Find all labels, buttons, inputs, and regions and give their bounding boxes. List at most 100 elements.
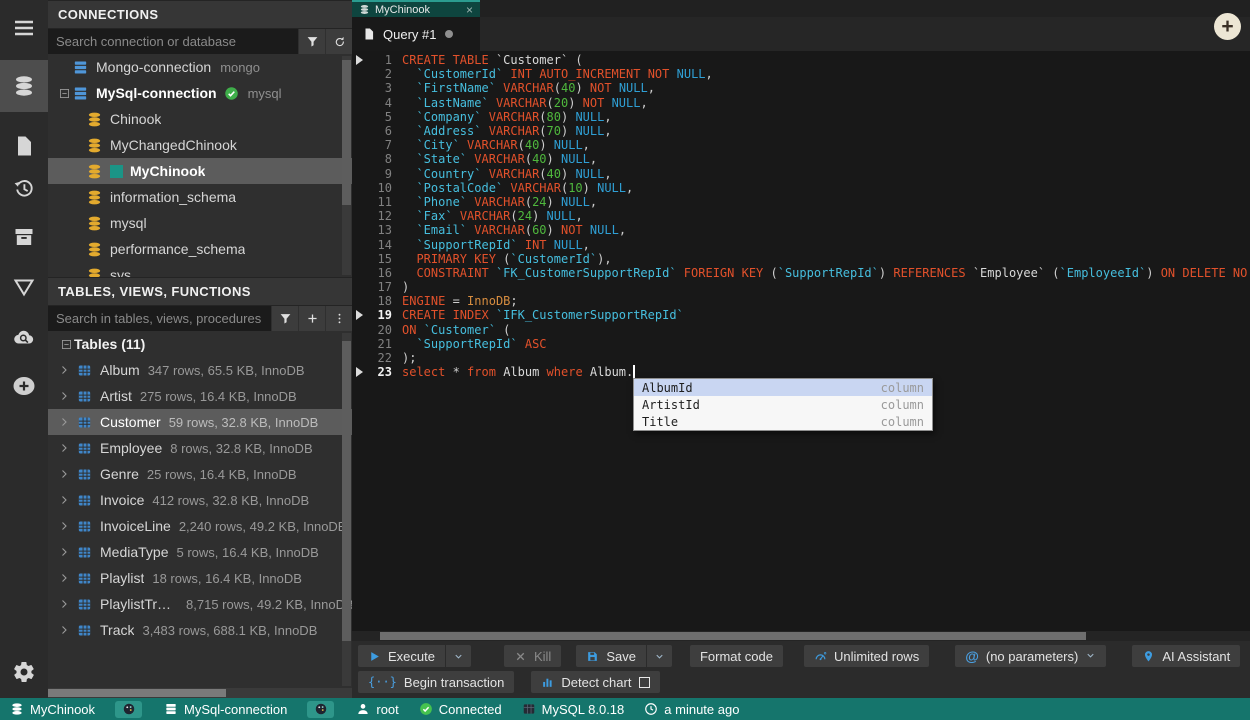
connections-filter-icon[interactable]	[299, 29, 325, 54]
table-item-artist[interactable]: Artist275 rows, 16.4 KB, InnoDB	[48, 383, 352, 409]
autocomplete-item-artistid[interactable]: ArtistIdcolumn	[634, 396, 932, 413]
unlimited-rows-button[interactable]: Unlimited rows	[804, 645, 929, 667]
table-item-invoice[interactable]: Invoice412 rows, 32.8 KB, InnoDB	[48, 487, 352, 513]
chevron-right-icon[interactable]	[58, 468, 72, 480]
code-line-16[interactable]: 16 CONSTRAINT `FK_CustomerSupportRepId` …	[352, 266, 1250, 280]
tables-group-row[interactable]: Tables (11)	[48, 331, 352, 357]
tab-query-1[interactable]: Query #1	[352, 17, 480, 51]
connection-color-badge[interactable]	[307, 701, 334, 718]
code-line-4[interactable]: 4 `LastName` VARCHAR(20) NOT NULL,	[352, 96, 1250, 110]
database-color-badge[interactable]	[115, 701, 142, 718]
code-line-2[interactable]: 2 `CustomerId` INT AUTO_INCREMENT NOT NU…	[352, 67, 1250, 81]
editor-hscrollbar[interactable]	[352, 631, 1250, 641]
table-item-employee[interactable]: Employee8 rows, 32.8 KB, InnoDB	[48, 435, 352, 461]
code-line-14[interactable]: 14 `SupportRepId` INT NULL,	[352, 237, 1250, 251]
chevron-right-icon[interactable]	[58, 624, 72, 636]
autocomplete-item-albumid[interactable]: AlbumIdcolumn	[634, 379, 932, 396]
table-item-track[interactable]: Track3,483 rows, 688.1 KB, InnoDB	[48, 617, 352, 643]
close-icon[interactable]: ×	[466, 3, 473, 17]
code-line-21[interactable]: 21 `SupportRepId` ASC	[352, 337, 1250, 351]
connection-item-information_schema[interactable]: information_schema	[48, 184, 352, 210]
connection-item-mychangedchinook[interactable]: MyChangedChinook	[48, 132, 352, 158]
code-line-3[interactable]: 3 `FirstName` VARCHAR(40) NOT NULL,	[352, 81, 1250, 95]
chevron-right-icon[interactable]	[58, 494, 72, 506]
code-line-12[interactable]: 12 `Fax` VARCHAR(24) NULL,	[352, 209, 1250, 223]
history-icon[interactable]	[0, 168, 48, 208]
chevron-right-icon[interactable]	[58, 520, 72, 532]
code-line-5[interactable]: 5 `Company` VARCHAR(80) NULL,	[352, 110, 1250, 124]
table-item-playlist[interactable]: Playlist18 rows, 16.4 KB, InnoDB	[48, 565, 352, 591]
kill-button[interactable]: Kill	[504, 645, 561, 667]
table-item-customer[interactable]: Customer59 rows, 32.8 KB, InnoDB	[48, 409, 352, 435]
collapse-icon[interactable]	[58, 338, 74, 351]
code-line-18[interactable]: 18ENGINE = InnoDB;	[352, 294, 1250, 308]
code-line-1[interactable]: 1CREATE TABLE `Customer` (	[352, 53, 1250, 67]
database-icon[interactable]	[0, 60, 48, 112]
connection-item-mysql[interactable]: mysql	[48, 210, 352, 236]
archive-icon[interactable]	[0, 217, 48, 257]
connections-scrollbar[interactable]	[342, 56, 351, 275]
detect-chart-button[interactable]: Detect chart	[531, 671, 660, 693]
tables-scrollbar[interactable]	[342, 333, 351, 686]
connections-refresh-icon[interactable]	[326, 29, 352, 54]
code-line-10[interactable]: 10 `PostalCode` VARCHAR(10) NULL,	[352, 181, 1250, 195]
code-line-13[interactable]: 13 `Email` VARCHAR(60) NOT NULL,	[352, 223, 1250, 237]
code-line-22[interactable]: 22);	[352, 351, 1250, 365]
chevron-right-icon[interactable]	[58, 416, 72, 428]
tables-search-input[interactable]	[48, 306, 271, 331]
chevron-right-icon[interactable]	[58, 364, 72, 376]
table-item-album[interactable]: Album347 rows, 65.5 KB, InnoDB	[48, 357, 352, 383]
table-item-playlisttrack[interactable]: PlaylistTrack8,715 rows, 49.2 KB, InnoDB	[48, 591, 352, 617]
file-icon[interactable]	[0, 126, 48, 166]
code-line-6[interactable]: 6 `Address` VARCHAR(70) NULL,	[352, 124, 1250, 138]
settings-icon[interactable]	[0, 652, 48, 692]
code-line-17[interactable]: 17)	[352, 280, 1250, 294]
statusbar-connection[interactable]: MySql-connection	[164, 702, 287, 717]
code-line-20[interactable]: 20ON `Customer` (	[352, 323, 1250, 337]
execute-dropdown[interactable]	[445, 645, 471, 667]
menu-icon[interactable]	[0, 8, 48, 48]
parameters-button[interactable]: @ (no parameters)	[955, 645, 1106, 667]
code-line-11[interactable]: 11 `Phone` VARCHAR(24) NULL,	[352, 195, 1250, 209]
new-tab-button[interactable]: +	[1214, 13, 1241, 40]
format-code-button[interactable]: Format code	[690, 645, 783, 667]
connection-item-mongo-connection[interactable]: Mongo-connectionmongo	[48, 54, 352, 80]
sql-editor[interactable]: 1CREATE TABLE `Customer` (2 `CustomerId`…	[352, 51, 1250, 631]
detect-chart-checkbox[interactable]	[639, 677, 650, 688]
table-item-invoiceline[interactable]: InvoiceLine2,240 rows, 49.2 KB, InnoDB	[48, 513, 352, 539]
code-line-8[interactable]: 8 `State` VARCHAR(40) NULL,	[352, 152, 1250, 166]
chevron-right-icon[interactable]	[58, 598, 72, 610]
statusbar-database[interactable]: MyChinook	[10, 702, 95, 717]
save-dropdown[interactable]	[646, 645, 672, 667]
chevron-right-icon[interactable]	[58, 572, 72, 584]
tables-filter-icon[interactable]	[272, 306, 298, 331]
code-line-19[interactable]: 19CREATE INDEX `IFK_CustomerSupportRepId…	[352, 308, 1250, 322]
table-item-mediatype[interactable]: MediaType5 rows, 16.4 KB, InnoDB	[48, 539, 352, 565]
connections-search-input[interactable]	[48, 29, 298, 54]
filter-triangle-icon[interactable]	[0, 267, 48, 307]
chevron-right-icon[interactable]	[58, 442, 72, 454]
save-button[interactable]: Save	[576, 645, 646, 667]
table-item-genre[interactable]: Genre25 rows, 16.4 KB, InnoDB	[48, 461, 352, 487]
code-line-7[interactable]: 7 `City` VARCHAR(40) NULL,	[352, 138, 1250, 152]
tables-more-icon[interactable]	[326, 306, 352, 331]
tab-mychinook[interactable]: MyChinook ×	[352, 0, 480, 17]
connection-item-mysql-connection[interactable]: MySql-connectionmysql	[48, 80, 352, 106]
autocomplete-item-title[interactable]: Titlecolumn	[634, 413, 932, 430]
chevron-right-icon[interactable]	[58, 390, 72, 402]
cloud-search-icon[interactable]	[0, 317, 48, 357]
connection-item-mychinook[interactable]: MyChinook	[48, 158, 352, 184]
code-line-15[interactable]: 15 PRIMARY KEY (`CustomerId`),	[352, 252, 1250, 266]
add-circle-icon[interactable]	[0, 366, 48, 406]
begin-transaction-button[interactable]: {··} Begin transaction	[358, 671, 514, 693]
connection-item-sys[interactable]: sys	[48, 262, 352, 277]
tables-hscrollbar[interactable]	[48, 688, 352, 698]
code-line-9[interactable]: 9 `Country` VARCHAR(40) NULL,	[352, 167, 1250, 181]
connection-item-performance_schema[interactable]: performance_schema	[48, 236, 352, 262]
connection-item-chinook[interactable]: Chinook	[48, 106, 352, 132]
collapse-icon[interactable]	[56, 87, 72, 100]
execute-button[interactable]: Execute	[358, 645, 445, 667]
ai-assistant-button[interactable]: AI Assistant	[1132, 645, 1240, 667]
chevron-right-icon[interactable]	[58, 546, 72, 558]
tables-add-icon[interactable]	[299, 306, 325, 331]
